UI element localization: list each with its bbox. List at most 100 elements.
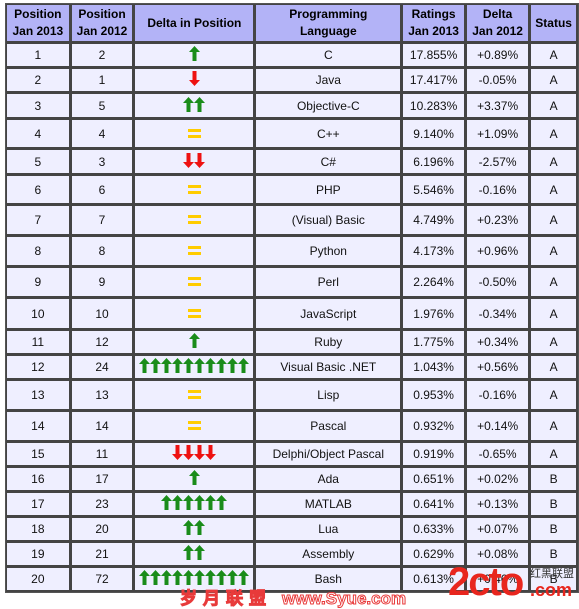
language-link[interactable]: PHP: [255, 175, 403, 205]
table-row: 7 7 (Visual) Basic 4.749% +0.23% A: [6, 205, 578, 236]
up-arrow-icon: [188, 333, 200, 348]
header-label: Position: [14, 7, 62, 21]
up-arrow-icon: [205, 495, 217, 510]
ratings: 0.919%: [402, 442, 466, 467]
table-row: 14 14 Pascal 0.932% +0.14% A: [6, 411, 578, 442]
language-link[interactable]: Perl: [255, 267, 403, 298]
table-row: 16 17 Ada 0.651% +0.02% B: [6, 467, 578, 492]
up-arrow-icon: [216, 358, 228, 373]
delta-percent: -0.16%: [465, 175, 531, 205]
status: B: [530, 542, 578, 567]
equal-icon: [187, 246, 201, 255]
ratings: 17.855%: [402, 43, 466, 68]
position-2012: 24: [70, 355, 135, 380]
down-arrow-icon: [194, 152, 206, 168]
language-link[interactable]: Assembly: [255, 542, 403, 567]
language-link[interactable]: JavaScript: [255, 298, 403, 330]
language-link[interactable]: C: [255, 43, 403, 68]
delta-position: [134, 542, 256, 567]
language-link[interactable]: (Visual) Basic: [255, 205, 403, 236]
ratings: 4.173%: [402, 236, 466, 267]
up-arrow-icon: [194, 495, 206, 510]
delta-position: [134, 175, 256, 205]
up-arrow-icon: [205, 570, 217, 585]
header-delta-position: Delta in Position: [134, 4, 256, 43]
status: A: [530, 175, 578, 205]
up-arrow-icon: [238, 358, 250, 373]
syue-watermark: 岁月联盟 www.Syue.com: [180, 584, 407, 609]
cto-watermark-logo: 2cto: [448, 560, 524, 604]
position-2012: 5: [70, 93, 135, 119]
status: B: [530, 467, 578, 492]
equal-icon: [187, 277, 201, 286]
up-arrow-icon: [188, 46, 200, 61]
up-arrow-icon: [139, 358, 151, 373]
delta-percent: +0.23%: [465, 205, 531, 236]
trend-arrows: [183, 152, 206, 168]
ratings: 17.417%: [402, 68, 466, 93]
up-arrow-icon: [216, 570, 228, 585]
header-label: Delta: [482, 7, 513, 21]
table-row: 12 24 Visual Basic .NET 1.043% +0.56% A: [6, 355, 578, 380]
position-2013: 17: [6, 492, 71, 517]
position-2013: 3: [6, 93, 71, 119]
trend-arrows: [188, 333, 200, 348]
header-label: Ratings: [411, 7, 456, 21]
language-link[interactable]: Ruby: [255, 330, 403, 355]
trend-arrows: [183, 520, 206, 535]
up-arrow-icon: [227, 570, 239, 585]
status: A: [530, 119, 578, 149]
table-body: 1 2 C 17.855% +0.89% A 2 1 Java 17.417% -0.05% A 3 5 O…: [6, 43, 578, 592]
position-2013: 12: [6, 355, 71, 380]
trend-arrows: [161, 495, 228, 510]
language-link[interactable]: Delphi/Object Pascal: [255, 442, 403, 467]
delta-position: [134, 43, 256, 68]
table-row: 8 8 Python 4.173% +0.96% A: [6, 236, 578, 267]
delta-percent: +0.14%: [465, 411, 531, 442]
up-arrow-icon: [161, 495, 173, 510]
language-link[interactable]: Pascal: [255, 411, 403, 442]
language-link[interactable]: Python: [255, 236, 403, 267]
position-2013: 5: [6, 149, 71, 175]
position-2012: 2: [70, 43, 135, 68]
up-arrow-icon: [194, 520, 206, 535]
header-status: Status: [530, 4, 578, 43]
position-2012: 21: [70, 542, 135, 567]
delta-percent: +0.13%: [465, 492, 531, 517]
ratings: 0.953%: [402, 380, 466, 411]
language-link[interactable]: Visual Basic .NET: [255, 355, 403, 380]
position-2013: 14: [6, 411, 71, 442]
delta-percent: -0.34%: [465, 298, 531, 330]
language-link[interactable]: Ada: [255, 467, 403, 492]
status: A: [530, 236, 578, 267]
position-2012: 1: [70, 68, 135, 93]
position-2012: 17: [70, 467, 135, 492]
tiobe-index-table: Position Jan 2013 Position Jan 2012 Delta …: [5, 3, 579, 593]
language-link[interactable]: C#: [255, 149, 403, 175]
trend-arrows: [188, 46, 200, 61]
up-arrow-icon: [183, 520, 195, 535]
trend-arrows: [188, 470, 200, 485]
trend-arrows: [187, 277, 201, 286]
table-row: 13 13 Lisp 0.953% -0.16% A: [6, 380, 578, 411]
up-arrow-icon: [183, 545, 195, 560]
up-arrow-icon: [172, 495, 184, 510]
language-link[interactable]: C++: [255, 119, 403, 149]
language-link[interactable]: Lisp: [255, 380, 403, 411]
up-arrow-icon: [172, 570, 184, 585]
language-link[interactable]: Objective-C: [255, 93, 403, 119]
up-arrow-icon: [183, 570, 195, 585]
delta-position: [134, 267, 256, 298]
position-2013: 1: [6, 43, 71, 68]
language-link[interactable]: MATLAB: [255, 492, 403, 517]
position-2013: 19: [6, 542, 71, 567]
position-2012: 72: [70, 567, 135, 592]
syue-watermark-cn: 岁月联盟: [180, 589, 272, 609]
language-link[interactable]: Java: [255, 68, 403, 93]
header-position-2012: Position Jan 2012: [70, 4, 135, 43]
up-arrow-icon: [139, 570, 151, 585]
language-link[interactable]: Lua: [255, 517, 403, 542]
syue-watermark-url: www.Syue.com: [281, 589, 407, 609]
position-2012: 11: [70, 442, 135, 467]
status: A: [530, 205, 578, 236]
